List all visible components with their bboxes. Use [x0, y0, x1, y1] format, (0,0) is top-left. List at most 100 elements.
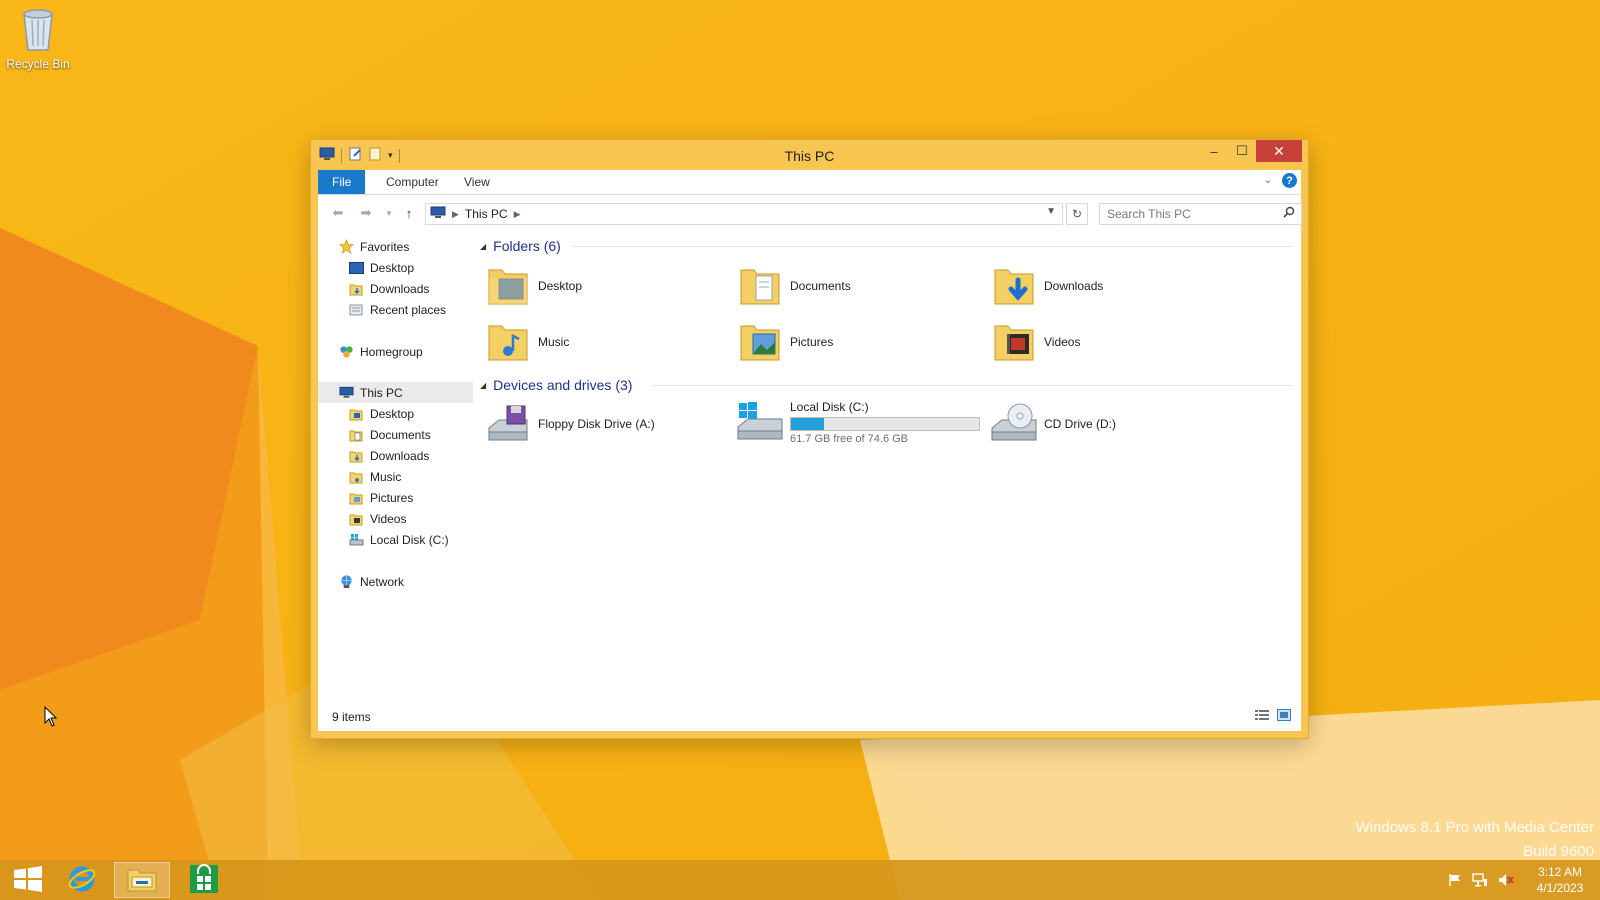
folders-heading: Folders (6) [493, 238, 561, 254]
folder-name: Downloads [1044, 279, 1104, 293]
windows-build-watermark: Windows 8.1 Pro with Media Center Build … [1356, 816, 1594, 864]
sidebar-item-label: Desktop [370, 406, 415, 421]
window-title: This PC [784, 148, 835, 164]
collapse-arrow-icon: ◢ [480, 241, 487, 251]
recycle-bin-label: Recycle Bin [6, 57, 70, 71]
sidebar-item-network[interactable]: Network [318, 571, 473, 592]
taskbar-store[interactable] [176, 862, 232, 898]
internet-explorer-icon [67, 864, 97, 897]
sidebar-item-fav-desktop[interactable]: Desktop [318, 257, 473, 278]
drive-free-space: 61.7 GB free of 74.6 GB [790, 432, 909, 445]
window-client-area: File Computer View ⌄ ? ⬅ ➡ ▾ ↑ ▶ This PC… [318, 170, 1302, 731]
network-icon [338, 574, 354, 590]
action-center-flag-icon[interactable] [1448, 873, 1462, 887]
back-arrow-icon: ⬅ [332, 205, 344, 220]
sidebar-item-recent-places[interactable]: Recent places [318, 299, 473, 320]
tab-view[interactable]: View [451, 170, 503, 194]
downloads-folder-icon [348, 281, 364, 297]
minimize-icon: – [1210, 143, 1218, 159]
item-count: 9 items [332, 710, 371, 724]
explorer-window[interactable]: ▾ This PC – ☐ ✕ File Computer View ⌄ ? ⬅… [311, 140, 1308, 738]
drive-tile-local-disk[interactable]: Local Disk (C:) 61.7 GB free of 74.6 GB [736, 392, 981, 452]
drive-name: Local Disk (C:) [790, 399, 869, 414]
floppy-drive-icon [484, 400, 532, 448]
folder-tile-downloads[interactable]: Downloads [990, 260, 1235, 312]
sidebar-item-this-pc[interactable]: This PC [318, 382, 473, 403]
address-dropdown-icon[interactable]: ▼ [1046, 206, 1056, 217]
taskbar-internet-explorer[interactable] [54, 862, 110, 898]
breadcrumb-separator-icon[interactable]: ▶ [452, 209, 459, 220]
recent-locations-button[interactable]: ▾ [380, 204, 398, 222]
sidebar-item-pc-videos[interactable]: Videos [318, 508, 473, 529]
details-view-icon[interactable] [1255, 709, 1269, 724]
title-bar[interactable]: ▾ This PC – ☐ ✕ [311, 140, 1308, 172]
help-icon[interactable]: ? [1282, 173, 1297, 188]
up-button[interactable]: ↑ [400, 204, 418, 222]
taskbar: 3:12 AM 4/1/2023 [0, 860, 1600, 900]
network-status-icon[interactable] [1472, 873, 1488, 887]
clock-time: 3:12 AM [1537, 865, 1583, 879]
folder-tile-pictures[interactable]: Pictures [736, 316, 981, 368]
cd-drive-icon [990, 400, 1038, 448]
watermark-edition: Windows 8.1 Pro with Media Center [1355, 819, 1594, 836]
devices-group-header[interactable]: ◢ Devices and drives (3) [480, 375, 632, 395]
music-folder-icon [484, 318, 532, 366]
search-box[interactable] [1099, 203, 1302, 225]
sidebar-item-pc-downloads[interactable]: Downloads [318, 445, 473, 466]
drive-name: CD Drive (D:) [1044, 417, 1116, 431]
minimize-button[interactable]: – [1200, 140, 1228, 162]
music-folder-icon [348, 469, 364, 485]
close-icon: ✕ [1273, 142, 1285, 159]
drive-tile-cd[interactable]: CD Drive (D:) [990, 398, 1235, 450]
folder-tile-documents[interactable]: Documents [736, 260, 981, 312]
search-input[interactable] [1100, 206, 1279, 222]
folder-tile-music[interactable]: Music [484, 316, 729, 368]
status-bar: 9 items [318, 701, 1301, 731]
refresh-button[interactable]: ↻ [1066, 203, 1088, 225]
sidebar-item-fav-downloads[interactable]: Downloads [318, 278, 473, 299]
computer-icon [338, 385, 354, 401]
close-button[interactable]: ✕ [1256, 140, 1302, 162]
forward-button[interactable]: ➡ [357, 204, 375, 222]
folder-tile-videos[interactable]: Videos [990, 316, 1235, 368]
tab-computer[interactable]: Computer [373, 170, 452, 194]
star-icon [338, 239, 354, 255]
breadcrumb-this-pc[interactable]: This PC [465, 207, 508, 221]
sidebar-item-pc-documents[interactable]: Documents [318, 424, 473, 445]
desktop-folder-icon [484, 262, 532, 310]
mouse-cursor-icon [44, 706, 58, 727]
volume-muted-icon[interactable] [1498, 873, 1514, 887]
large-icons-view-icon[interactable] [1277, 709, 1291, 724]
sidebar-item-pc-desktop[interactable]: Desktop [318, 403, 473, 424]
sidebar-item-homegroup[interactable]: Homegroup [318, 341, 473, 362]
taskbar-clock[interactable]: 3:12 AM 4/1/2023 [1524, 864, 1596, 896]
sidebar-item-pc-local-disk[interactable]: Local Disk (C:) [318, 529, 473, 550]
desktop-folder-icon [348, 406, 364, 422]
homegroup-icon [338, 344, 354, 360]
breadcrumb-separator-icon[interactable]: ▶ [514, 209, 521, 220]
sidebar-item-favorites[interactable]: Favorites [318, 236, 473, 257]
maximize-icon: ☐ [1236, 143, 1248, 158]
pictures-folder-icon [736, 318, 784, 366]
maximize-button[interactable]: ☐ [1228, 140, 1256, 162]
drive-tile-floppy[interactable]: Floppy Disk Drive (A:) [484, 398, 729, 450]
search-icon[interactable] [1283, 206, 1295, 221]
recent-places-icon [348, 302, 364, 318]
back-button[interactable]: ⬅ [329, 204, 347, 222]
tab-file[interactable]: File [318, 170, 366, 194]
sidebar-item-label: Downloads [370, 448, 430, 463]
documents-folder-icon [736, 262, 784, 310]
folder-name: Videos [1044, 335, 1081, 349]
disk-usage-fill [791, 417, 824, 430]
folders-group-header[interactable]: ◢ Folders (6) [480, 236, 561, 256]
taskbar-file-explorer[interactable] [114, 862, 170, 898]
address-bar[interactable]: ▶ This PC ▶ ▼ [425, 203, 1063, 225]
sidebar-item-pc-pictures[interactable]: Pictures [318, 487, 473, 508]
folder-tile-desktop[interactable]: Desktop [484, 260, 729, 312]
store-icon [189, 863, 219, 897]
computer-icon [430, 206, 446, 222]
recycle-bin-shortcut[interactable]: Recycle Bin [6, 6, 70, 71]
expand-ribbon-icon[interactable]: ⌄ [1264, 175, 1272, 186]
sidebar-item-pc-music[interactable]: Music [318, 466, 473, 487]
start-button[interactable] [0, 862, 56, 898]
